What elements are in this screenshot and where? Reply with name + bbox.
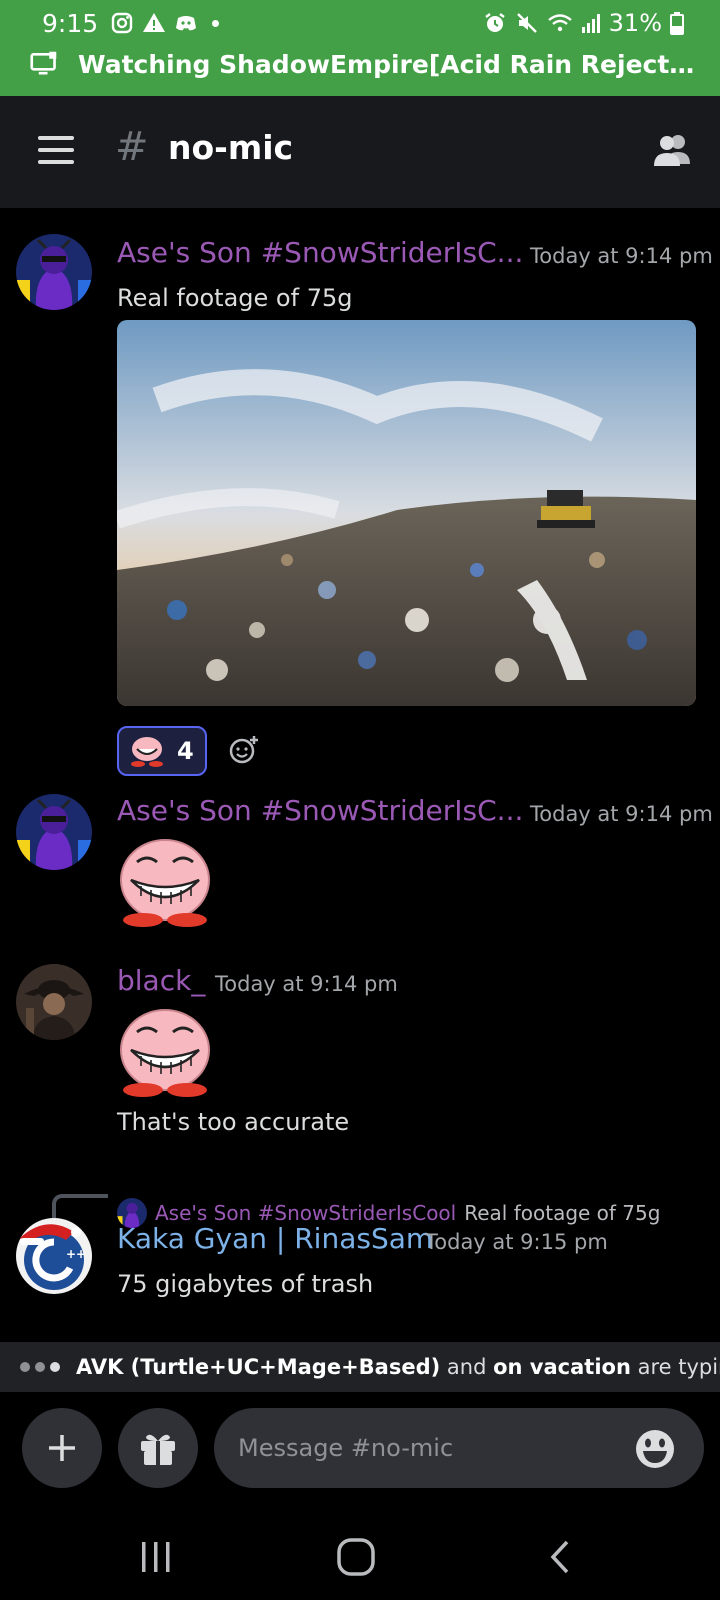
warning-icon [143, 13, 166, 32]
system-icons: 31% [483, 9, 684, 37]
gift-icon [141, 1434, 175, 1465]
message-author[interactable]: Ase's Son #SnowStriderIsC... [117, 794, 523, 827]
back-button[interactable] [530, 1532, 590, 1582]
message-author[interactable]: Kaka Gyan | RinasSam [117, 1222, 433, 1255]
reaction-troll-face[interactable]: 4 [117, 726, 207, 776]
avatar[interactable] [16, 794, 92, 870]
typing-dots-icon [20, 1362, 60, 1372]
message-author[interactable]: Ase's Son #SnowStriderIsC... [117, 236, 523, 269]
instagram-icon [111, 12, 133, 34]
more-notifications-dot [212, 19, 220, 27]
members-icon[interactable] [650, 130, 694, 170]
svg-text:++: ++ [66, 1247, 86, 1261]
system-nav-bar [0, 1514, 720, 1600]
notification-icons [110, 11, 220, 35]
discord-screen: 9:15 31% Watching ShadowEmpire[Acid Rain… [0, 0, 720, 1600]
message-timestamp: Today at 9:14 pm [215, 972, 398, 996]
ninja-avatar-image [16, 234, 92, 310]
message-list[interactable]: Ase's Son #SnowStriderIsC... Today at 9:… [0, 208, 720, 1342]
monitor-icon [30, 51, 57, 75]
add-reaction-icon[interactable] [228, 734, 260, 766]
cpp-avatar-image: ++ [16, 1218, 92, 1294]
typing-and: and [446, 1355, 487, 1379]
recent-apps-icon [142, 1542, 170, 1572]
message-text: That's too accurate [117, 1108, 350, 1136]
recent-apps-button[interactable] [126, 1532, 186, 1582]
discord-icon [176, 16, 197, 31]
message-timestamp: Today at 9:14 pm [530, 244, 713, 268]
reaction-count: 4 [177, 737, 194, 765]
gift-button[interactable] [118, 1408, 198, 1488]
home-button[interactable] [326, 1532, 386, 1582]
attached-image[interactable] [117, 320, 696, 706]
troll-face-sticker[interactable] [117, 836, 213, 928]
typing-user-2: on vacation [493, 1355, 631, 1379]
watching-notification[interactable]: Watching ShadowEmpire[Acid Rain Rejector… [30, 44, 700, 84]
message-composer [0, 1392, 720, 1514]
message-text: 75 gigabytes of trash [117, 1270, 374, 1298]
message-timestamp: Today at 9:15 pm [425, 1230, 608, 1254]
troll-face-sticker[interactable] [117, 1006, 213, 1098]
clock: 9:15 [42, 8, 99, 38]
landfill-photo [117, 320, 696, 706]
back-icon [550, 1540, 569, 1574]
reply-connector [52, 1194, 108, 1218]
menu-icon[interactable] [38, 136, 74, 164]
signal-icon [581, 14, 600, 33]
reply-text: Real footage of 75g [464, 1201, 661, 1225]
typing-user-1: AVK (Turtle+UC+Mage+Based) [76, 1355, 441, 1379]
message-timestamp: Today at 9:14 pm [530, 802, 713, 826]
message-text: Real footage of 75g [117, 284, 353, 312]
battery-percent: 31% [608, 9, 662, 37]
wifi-icon [547, 14, 572, 32]
typing-indicator: AVK (Turtle+UC+Mage+Based) and on vacati… [0, 1342, 720, 1392]
battery-icon [670, 12, 684, 35]
status-row: 9:15 31% [42, 6, 684, 40]
avatar[interactable]: ++ [16, 1218, 92, 1294]
avatar[interactable] [16, 234, 92, 310]
ninja-avatar-image [16, 794, 92, 870]
watching-text: Watching ShadowEmpire[Acid Rain Rejector… [78, 49, 700, 79]
status-bar: 9:15 31% Watching ShadowEmpire[Acid Rain… [0, 0, 720, 96]
troll-face-emoji-icon [131, 737, 163, 767]
alarm-icon [484, 13, 505, 32]
home-icon [337, 1538, 375, 1576]
avatar[interactable] [16, 964, 92, 1040]
typing-text: AVK (Turtle+UC+Mage+Based) and on vacati… [76, 1355, 720, 1379]
typing-suffix: are typing... [637, 1355, 720, 1379]
message-input[interactable] [214, 1408, 704, 1488]
channel-hash-icon: # [115, 124, 149, 170]
mute-icon [516, 13, 537, 33]
plus-icon [49, 1435, 75, 1461]
add-attachment-button[interactable] [22, 1408, 102, 1488]
message-author[interactable]: black_ [117, 964, 205, 997]
channel-header: # no-mic [0, 96, 720, 208]
cowboy-avatar-image [16, 964, 92, 1040]
channel-title[interactable]: no-mic [168, 128, 293, 167]
emoji-picker-icon[interactable] [634, 1428, 676, 1470]
